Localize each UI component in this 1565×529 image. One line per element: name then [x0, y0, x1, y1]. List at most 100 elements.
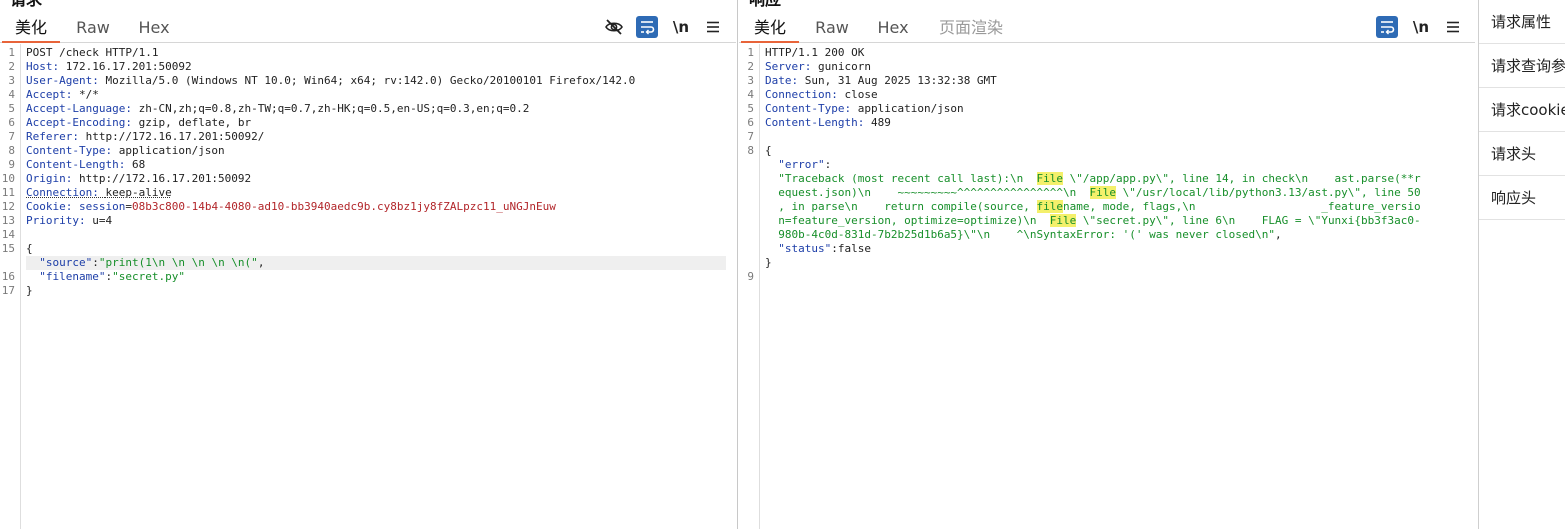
response-panel: 响应 美化 Raw Hex 页面渲染 \n 12345678 9 HTTP/1.1…	[739, 0, 1475, 529]
code-token: Origin:	[26, 172, 79, 185]
line-number: 14	[1, 228, 15, 241]
sidebar-item-request-headers[interactable]: 请求头	[1479, 132, 1565, 176]
code-token: :	[92, 256, 99, 269]
line-number: 8	[8, 144, 15, 157]
code-token: gunicorn	[817, 60, 871, 73]
code-token: Connection:	[26, 186, 106, 199]
code-line: Content-Length: 68	[26, 158, 726, 172]
code-line: "Traceback (most recent call last):\n Fi…	[765, 172, 1465, 186]
code-token: "secret.py"	[112, 270, 185, 283]
code-token: File	[1089, 186, 1117, 199]
code-token: \"/usr/local/lib/python3.13/ast.py\", li…	[1116, 186, 1421, 199]
line-number: 11	[1, 186, 15, 199]
code-token: Priority:	[26, 214, 93, 227]
code-line: Accept-Encoding: gzip, deflate, br	[26, 116, 726, 130]
code-line: Cookie: session=08b3c800-14b4-4080-ad10-…	[26, 200, 726, 214]
code-token: "filename"	[39, 270, 106, 283]
code-line: , in parse\n return compile(source, file…	[765, 200, 1465, 214]
code-line: Priority: u=4	[26, 214, 726, 228]
sidebar-item-request-cookies[interactable]: 请求cookie	[1479, 88, 1565, 132]
line-number: 3	[8, 74, 15, 87]
code-line: Accept-Language: zh-CN,zh;q=0.8,zh-TW;q=…	[26, 102, 726, 116]
inspector-sidebar: 请求属性 请求查询参数 请求cookie 请求头 响应头	[1478, 0, 1565, 529]
request-editor[interactable]: 1 2 3 4 5 6 7 8 9 10 11 12 13 14 15 16 17 POST /check HT…	[0, 44, 736, 529]
eye-off-icon[interactable]	[603, 16, 625, 38]
line-number: 2	[747, 60, 754, 73]
show-newlines-button[interactable]: \n	[670, 16, 692, 38]
code-line: Server: gunicorn	[765, 60, 1465, 74]
code-token: Accept:	[26, 88, 79, 101]
code-token: application/json	[118, 144, 225, 157]
code-line: Content-Type: application/json	[26, 144, 726, 158]
response-editor[interactable]: 12345678 9 HTTP/1.1 200 OK Server: gunicor…	[739, 44, 1475, 529]
code-line: Host: 172.16.17.201:50092	[26, 60, 726, 74]
code-line: }	[765, 256, 1465, 270]
code-token: http://172.16.17.201:50092	[78, 172, 252, 185]
code-line: Connection: keep-alive	[26, 186, 726, 200]
code-line: Content-Length: 489	[765, 116, 1465, 130]
code-line: Accept: */*	[26, 88, 726, 102]
code-token: File	[1036, 172, 1064, 185]
response-tab-render[interactable]: 页面渲染	[929, 16, 1013, 43]
code-line: User-Agent: Mozilla/5.0 (Windows NT 10.0…	[26, 74, 726, 88]
code-token: 980b-4c0d-831d-7b2b25d1b6a5}\"\n ^\nSynt…	[778, 228, 1275, 241]
request-tab-hex[interactable]: Hex	[128, 16, 180, 43]
code-token: close	[844, 88, 878, 101]
code-line: equest.json)\n ~~~~~~~~~^^^^^^^^^^^^^^^^…	[765, 186, 1465, 200]
response-tab-pretty[interactable]: 美化	[741, 16, 799, 43]
code-token: ,	[1274, 228, 1282, 241]
wrap-lines-icon[interactable]	[636, 16, 658, 38]
wrap-lines-icon[interactable]	[1376, 16, 1398, 38]
code-token: Content-Length:	[26, 158, 132, 171]
code-token: "status"	[778, 242, 832, 255]
menu-icon[interactable]	[1442, 16, 1464, 38]
code-token: Cookie:	[26, 200, 79, 213]
menu-icon[interactable]	[702, 16, 724, 38]
request-line-gutter: 1 2 3 4 5 6 7 8 9 10 11 12 13 14 15 16 17	[0, 44, 21, 529]
code-token: Content-Type:	[765, 102, 858, 115]
line-number: 1	[8, 46, 15, 59]
response-heading: 响应	[749, 0, 781, 9]
response-tabbar: 美化 Raw Hex 页面渲染 \n	[739, 10, 1475, 43]
code-line: "filename":"secret.py"	[26, 270, 726, 284]
request-tab-raw[interactable]: Raw	[66, 16, 120, 43]
code-line: "source":"print(1\n \n \n \n \n(",	[26, 256, 726, 270]
line-number: 1	[747, 46, 754, 59]
line-number: 7	[747, 130, 754, 143]
request-tab-pretty[interactable]: 美化	[2, 16, 60, 43]
code-line: Origin: http://172.16.17.201:50092	[26, 172, 726, 186]
sidebar-item-request-query-params[interactable]: 请求查询参数	[1479, 44, 1565, 88]
code-token: Host:	[26, 60, 66, 73]
code-token: 68	[131, 158, 146, 171]
response-code: HTTP/1.1 200 OK Server: gunicorn Date: Sun…	[765, 44, 1475, 529]
code-token: zh-CN,zh;q=0.8,zh-TW;q=0.7,zh-HK;q=0.5,e…	[138, 102, 530, 115]
sidebar-item-response-headers[interactable]: 响应头	[1479, 176, 1565, 220]
code-line: POST /check HTTP/1.1	[26, 46, 726, 60]
code-token: File	[1049, 214, 1077, 227]
code-token: 489	[870, 116, 891, 129]
response-tab-hex[interactable]: Hex	[867, 16, 919, 43]
line-number: 8	[747, 144, 754, 157]
code-token: Content-Type:	[26, 144, 119, 157]
code-token: Date:	[765, 74, 805, 87]
code-token: POST /check HTTP/1.1	[26, 46, 159, 59]
response-tab-raw[interactable]: Raw	[805, 16, 859, 43]
code-line: 980b-4c0d-831d-7b2b25d1b6a5}\"\n ^\nSynt…	[765, 228, 1465, 242]
code-line: {	[26, 242, 726, 256]
line-number: 6	[8, 116, 15, 129]
code-line: HTTP/1.1 200 OK	[765, 46, 1465, 60]
panel-divider[interactable]	[737, 0, 738, 529]
line-number: 13	[1, 214, 15, 227]
request-panel: 请求 美化 Raw Hex \n 12345678910111213141516…	[0, 0, 736, 529]
code-token: Connection:	[765, 88, 845, 101]
code-token: equest.json)\n ~~~~~~~~~^^^^^^^^^^^^^^^^…	[778, 186, 1090, 199]
sidebar-item-request-attributes[interactable]: 请求属性	[1479, 0, 1565, 44]
code-token: keep-alive	[105, 186, 172, 199]
code-token: Server:	[765, 60, 818, 73]
show-newlines-button[interactable]: \n	[1410, 16, 1432, 38]
